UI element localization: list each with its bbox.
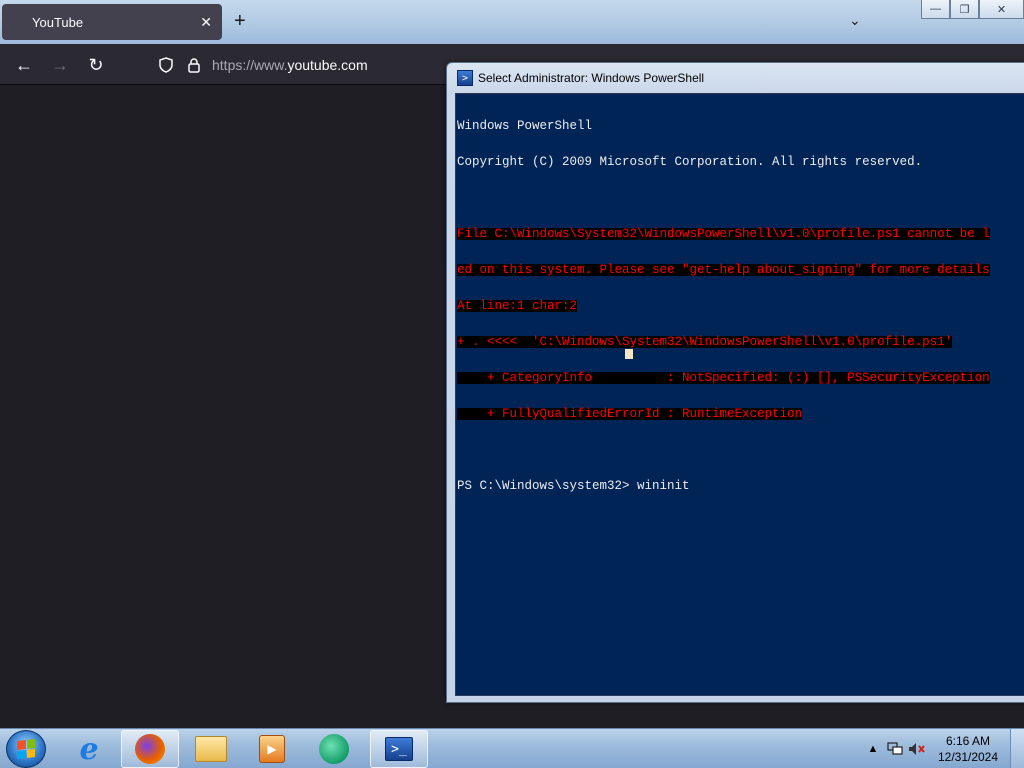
console-prompt[interactable]: PS C:\Windows\system32> wininit [457, 480, 1024, 493]
system-tray: ▲ 6:16 AM 12/31/2024 [862, 729, 1024, 768]
url-text: https://www.youtube.com [212, 57, 368, 73]
window-controls: — ❐ ✕ [921, 0, 1024, 20]
windows-logo-icon [17, 739, 35, 759]
tab-title: YouTube [32, 14, 84, 30]
firefox-icon [135, 734, 165, 764]
taskbar-item-media-player[interactable]: ▶ [243, 730, 301, 768]
taskbar-item-chat[interactable] [305, 730, 363, 768]
chevron-down-icon[interactable]: ⌄ [849, 12, 861, 29]
console-error-line: + . <<<< 'C:\Windows\System32\WindowsPow… [457, 335, 953, 349]
url-prefix: https://www. [212, 57, 288, 73]
taskbar-item-powershell[interactable]: >_ [370, 730, 428, 768]
taskbar-item-file-explorer[interactable] [182, 730, 240, 768]
lock-icon[interactable] [186, 57, 202, 73]
start-button[interactable] [6, 730, 46, 768]
console-error-line: File C:\Windows\System32\WindowsPowerShe… [457, 227, 990, 241]
tab-youtube[interactable]: YouTube ✕ [2, 4, 222, 40]
mouse-cursor [625, 349, 633, 359]
powershell-window[interactable]: > Select Administrator: Windows PowerShe… [446, 62, 1024, 703]
show-hidden-icons-icon[interactable]: ▲ [862, 738, 884, 760]
shield-icon[interactable] [158, 57, 174, 73]
powershell-title: Select Administrator: Windows PowerShell [478, 71, 705, 85]
address-bar[interactable]: https://www.youtube.com [148, 49, 440, 81]
restore-button[interactable]: ❐ [950, 0, 979, 19]
folder-icon [195, 736, 227, 762]
console-error-line: ed on this system. Please see "get-help … [457, 263, 990, 277]
show-desktop-button[interactable] [1010, 729, 1024, 768]
powershell-icon: >_ [385, 737, 413, 761]
close-window-button[interactable]: ✕ [979, 0, 1024, 19]
arrow-left-icon[interactable]: ← [12, 53, 36, 77]
console-line: Copyright (C) 2009 Microsoft Corporation… [457, 155, 923, 169]
taskbar-item-firefox[interactable] [121, 730, 179, 768]
arrow-right-icon[interactable]: → [48, 53, 72, 77]
chat-icon [319, 734, 349, 764]
console-error-line: + CategoryInfo : NotSpecified: (:) [], P… [457, 371, 990, 385]
taskbar-item-internet-explorer[interactable]: e [60, 730, 118, 768]
reload-icon[interactable]: ↻ [84, 53, 108, 77]
network-icon[interactable] [884, 738, 906, 760]
powershell-console[interactable]: Windows PowerShell Copyright (C) 2009 Mi… [455, 93, 1024, 696]
console-error-line: At line:1 char:2 [457, 299, 578, 313]
media-player-icon: ▶ [259, 735, 285, 763]
powershell-icon: > [457, 70, 473, 86]
ie-icon: e [79, 731, 99, 767]
powershell-titlebar[interactable]: > Select Administrator: Windows PowerShe… [457, 69, 704, 87]
taskbar: e ▶ >_ ▲ 6:16 AM 12/31/2024 [0, 728, 1024, 768]
console-line: Windows PowerShell [457, 119, 593, 133]
clock[interactable]: 6:16 AM 12/31/2024 [932, 733, 1004, 765]
url-domain: youtube.com [287, 57, 368, 73]
close-icon[interactable]: ✕ [200, 14, 212, 31]
minimize-button[interactable]: — [921, 0, 950, 19]
plus-icon[interactable]: + [234, 10, 246, 32]
clock-time: 6:16 AM [945, 734, 991, 748]
clock-date: 12/31/2024 [937, 750, 999, 764]
console-error-line: + FullyQualifiedErrorId : RuntimeExcepti… [457, 407, 803, 421]
volume-muted-icon[interactable] [906, 738, 928, 760]
